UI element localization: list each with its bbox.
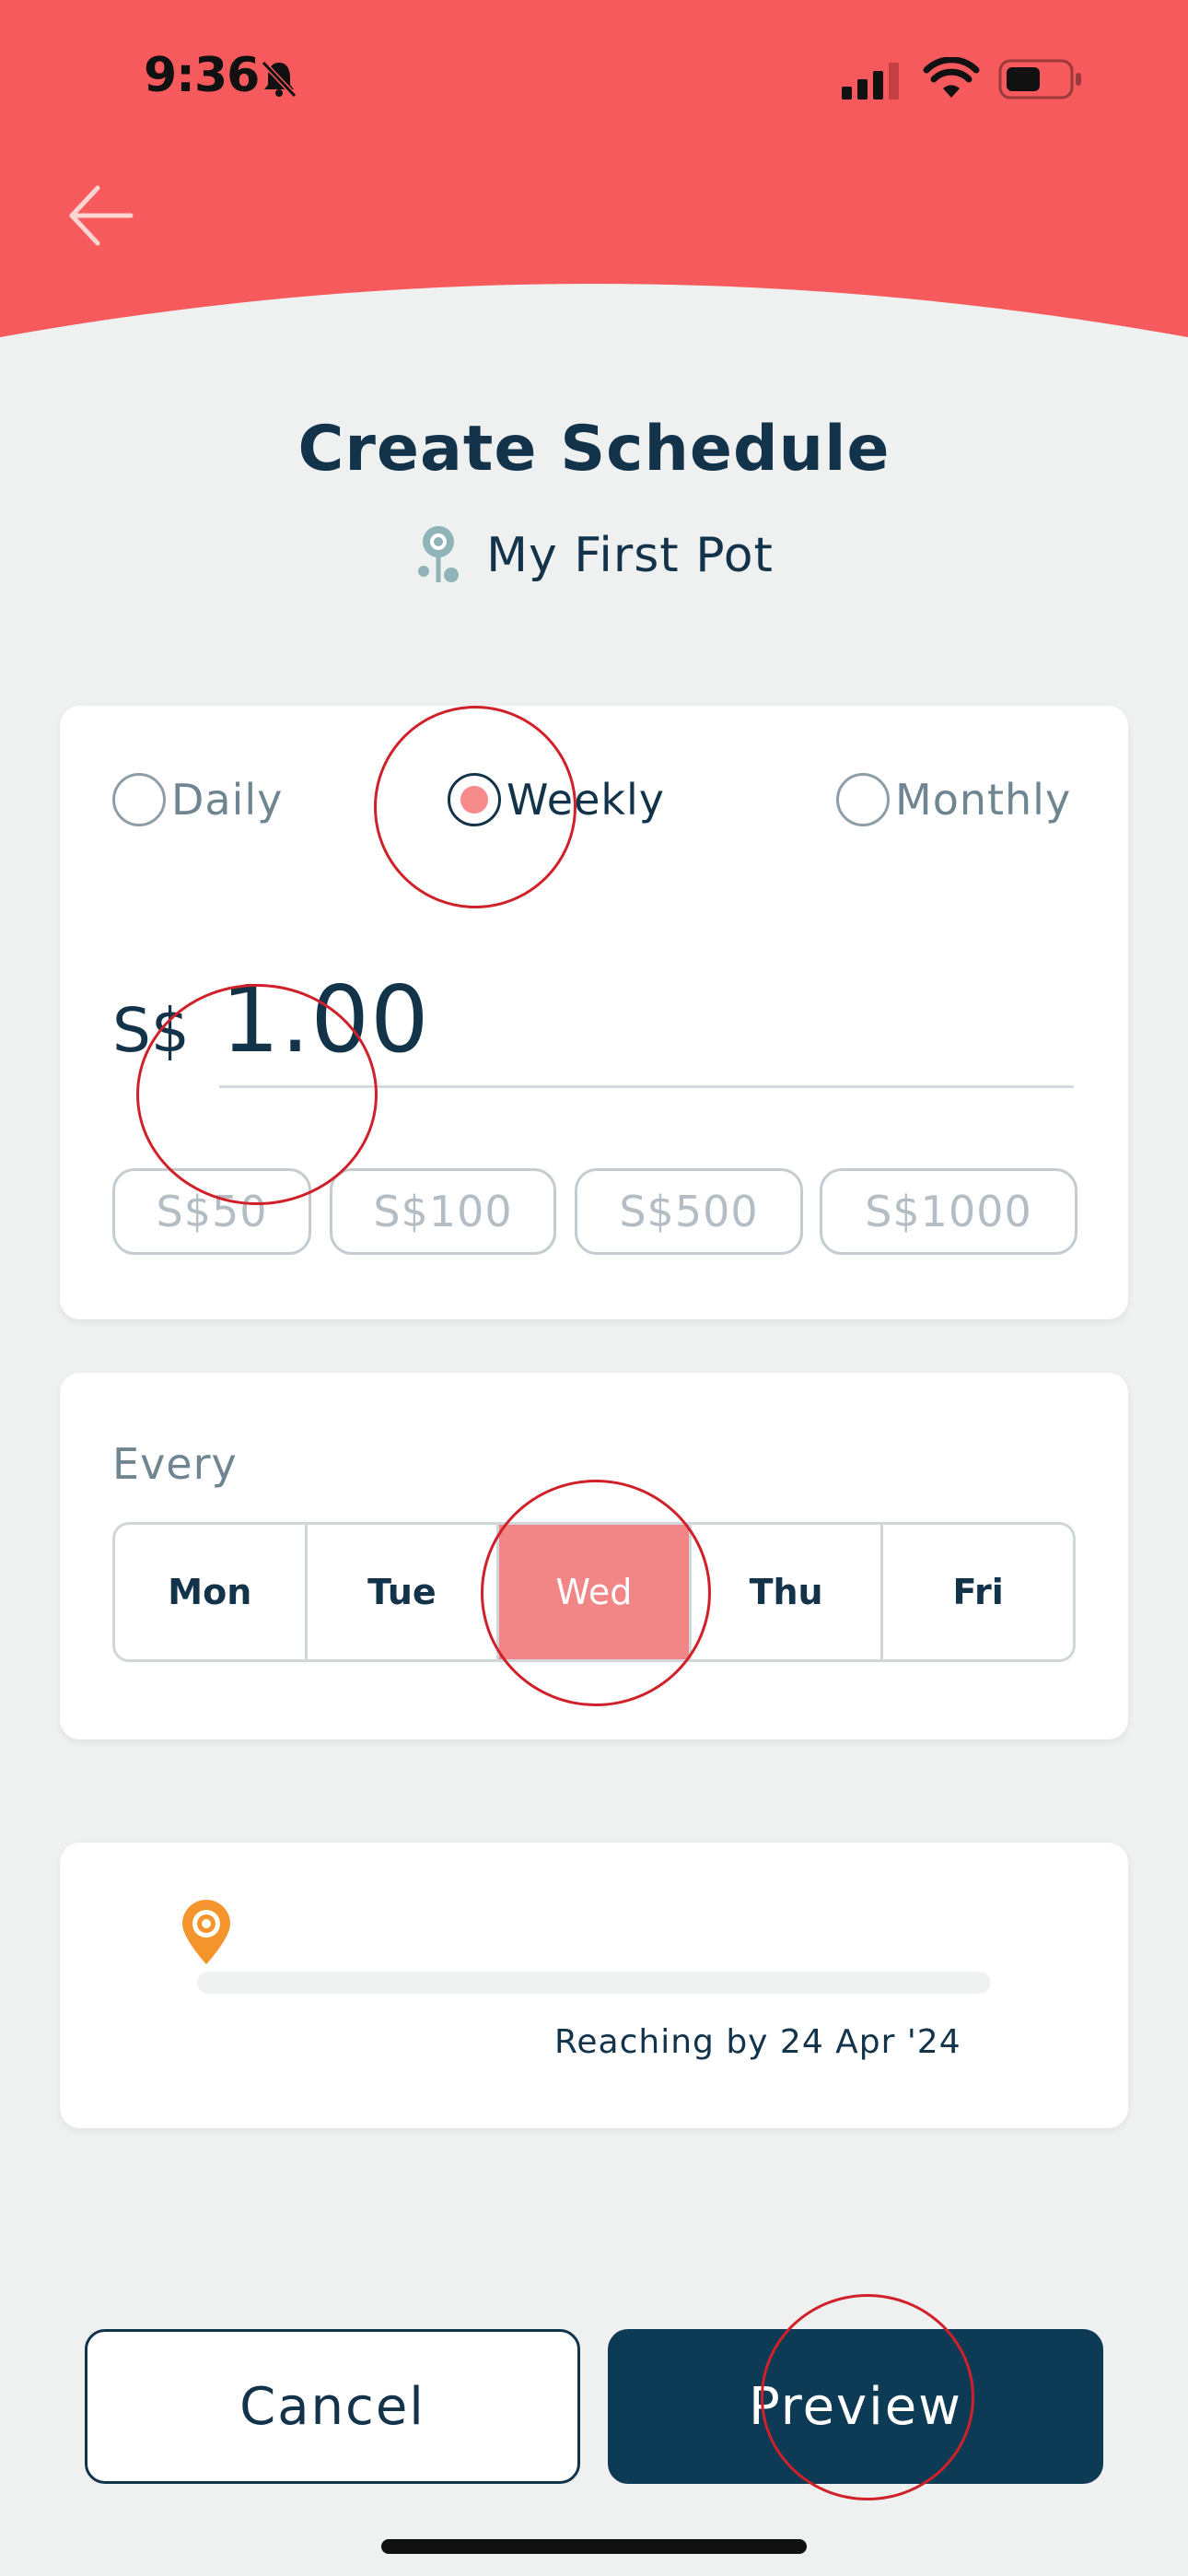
status-bar: 9:36 bbox=[0, 0, 1188, 157]
progress-track bbox=[197, 1972, 991, 1994]
location-pin-icon bbox=[179, 1898, 234, 1970]
page-title: Create Schedule bbox=[297, 413, 891, 486]
back-button[interactable] bbox=[64, 182, 138, 249]
currency-label: S$ bbox=[112, 995, 190, 1066]
day-tue[interactable]: Tue bbox=[308, 1525, 500, 1659]
cancel-button[interactable]: Cancel bbox=[85, 2329, 580, 2484]
radio-monthly[interactable] bbox=[836, 773, 890, 826]
pot-name: My First Pot bbox=[486, 528, 774, 583]
frequency-daily[interactable]: Daily bbox=[112, 770, 283, 829]
preset-1000-button[interactable]: S$1000 bbox=[820, 1168, 1077, 1255]
home-indicator bbox=[381, 2539, 807, 2554]
bell-muted-icon bbox=[258, 57, 300, 103]
day-selector: Mon Tue Wed Thu Fri bbox=[112, 1522, 1076, 1662]
day-thu[interactable]: Thu bbox=[692, 1525, 884, 1659]
radio-weekly[interactable] bbox=[448, 773, 501, 826]
preset-50-button[interactable]: S$50 bbox=[112, 1168, 311, 1255]
day-mon[interactable]: Mon bbox=[115, 1525, 308, 1659]
frequency-weekly[interactable]: Weekly bbox=[448, 770, 665, 829]
pot-name-row: My First Pot bbox=[0, 523, 1188, 588]
amount-input[interactable]: 1.00 bbox=[221, 966, 430, 1073]
preset-500-button[interactable]: S$500 bbox=[575, 1168, 803, 1255]
reaching-date-text: Reaching by 24 Apr '24 bbox=[554, 2023, 961, 2061]
signal-icon bbox=[840, 61, 903, 103]
status-time: 9:36 bbox=[144, 48, 260, 103]
preset-100-button[interactable]: S$100 bbox=[330, 1168, 556, 1255]
wifi-icon bbox=[923, 56, 980, 103]
frequency-monthly-label: Monthly bbox=[895, 775, 1072, 825]
battery-icon bbox=[998, 59, 1083, 103]
frequency-monthly[interactable]: Monthly bbox=[836, 770, 1071, 829]
day-wed[interactable]: Wed bbox=[499, 1525, 692, 1659]
frequency-daily-label: Daily bbox=[171, 775, 284, 825]
day-fri[interactable]: Fri bbox=[883, 1525, 1073, 1659]
amount-underline bbox=[219, 1085, 1074, 1088]
every-label: Every bbox=[112, 1439, 238, 1489]
frequency-weekly-label: Weekly bbox=[507, 775, 666, 825]
radio-daily[interactable] bbox=[112, 773, 166, 826]
back-arrow-icon bbox=[69, 185, 134, 246]
preview-button[interactable]: Preview bbox=[608, 2329, 1103, 2484]
pot-icon bbox=[414, 523, 462, 588]
